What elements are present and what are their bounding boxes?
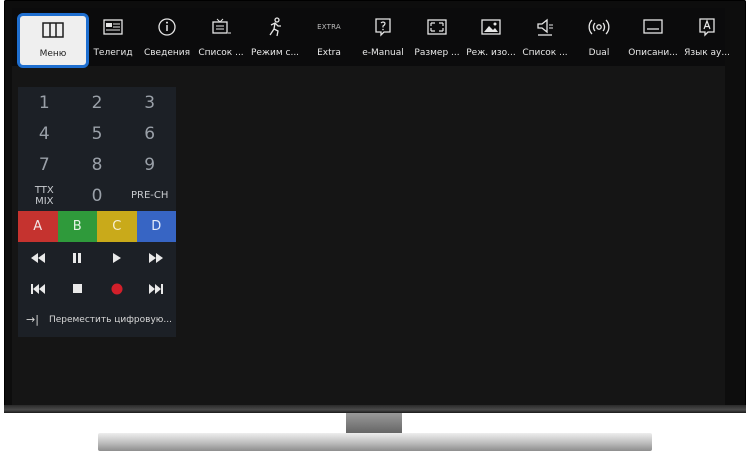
- previous-button[interactable]: [18, 273, 58, 304]
- menu-button-selected[interactable]: Меню: [17, 13, 89, 68]
- tb-channel-list[interactable]: Список ...: [194, 8, 248, 66]
- tb-guide-label: Телегид: [93, 48, 133, 58]
- move-keypad-button[interactable]: →| Переместить цифровую...: [18, 304, 176, 335]
- subtitle-icon: [643, 16, 663, 38]
- stop-icon: [72, 284, 82, 293]
- key-5[interactable]: 5: [71, 118, 124, 149]
- rewind-icon: [30, 252, 45, 263]
- key-ttx-mix[interactable]: TTX MIX: [18, 180, 71, 211]
- tb-sound-output[interactable]: Список ...: [518, 8, 572, 66]
- tb-subtitle[interactable]: Описани...: [626, 8, 680, 66]
- skip-back-icon: [30, 283, 45, 294]
- pause-button[interactable]: [58, 242, 98, 273]
- play-icon: [112, 252, 121, 263]
- fast-forward-button[interactable]: [137, 242, 177, 273]
- info-icon: [157, 16, 177, 38]
- tv-bezel-bottom: [4, 405, 746, 413]
- playback-row: [18, 273, 176, 304]
- key-pre-ch[interactable]: PRE-CH: [123, 180, 176, 211]
- channel-list-icon: [211, 16, 231, 38]
- extra-icon: EXTRA: [317, 16, 341, 38]
- tb-info[interactable]: Сведения: [140, 8, 194, 66]
- dual-icon: [588, 16, 610, 38]
- key-3[interactable]: 3: [123, 87, 176, 118]
- key-2[interactable]: 2: [71, 87, 124, 118]
- rewind-button[interactable]: [18, 242, 58, 273]
- playback-row: [18, 242, 176, 273]
- tb-picture-size-label: Размер ...: [414, 48, 460, 58]
- key-8[interactable]: 8: [71, 149, 124, 180]
- tb-channel-list-label: Список ...: [198, 48, 244, 58]
- sport-mode-icon: [265, 16, 285, 38]
- key-a-red[interactable]: A: [18, 211, 58, 242]
- color-keys-row: A B C D: [18, 211, 176, 242]
- tb-sport-mode[interactable]: Режим с...: [248, 8, 302, 66]
- tb-picture-mode[interactable]: Реж. изо...: [464, 8, 518, 66]
- picture-mode-icon: [481, 16, 501, 38]
- key-9[interactable]: 9: [123, 149, 176, 180]
- menu-icon: [42, 20, 64, 40]
- tb-sport-mode-label: Режим с...: [250, 48, 300, 58]
- pause-icon: [73, 252, 82, 263]
- key-1[interactable]: 1: [18, 87, 71, 118]
- tb-emanual-label: e-Manual: [362, 48, 404, 58]
- tb-dual-label: Dual: [588, 48, 610, 58]
- tb-picture-mode-label: Реж. изо...: [466, 48, 516, 58]
- stop-button[interactable]: [58, 273, 98, 304]
- tb-extra[interactable]: EXTRA Extra: [302, 8, 356, 66]
- tb-info-label: Сведения: [143, 48, 191, 58]
- help-icon: [373, 16, 393, 38]
- virtual-keypad: 1 2 3 4 5 6 7 8 9 TTX MIX 0 PRE-CH A B C…: [18, 87, 176, 337]
- key-4[interactable]: 4: [18, 118, 71, 149]
- key-b-green[interactable]: B: [57, 211, 97, 242]
- key-c-yellow[interactable]: C: [97, 211, 137, 242]
- tb-sound-output-label: Список ...: [522, 48, 568, 58]
- guide-icon: [103, 16, 123, 38]
- key-7[interactable]: 7: [18, 149, 71, 180]
- tb-audio-language[interactable]: Язык ау...: [680, 8, 734, 66]
- keypad-row: 7 8 9: [18, 149, 176, 180]
- tb-subtitle-label: Описани...: [628, 48, 678, 58]
- tb-audio-language-label: Язык ау...: [684, 48, 730, 58]
- extra-icon-text: EXTRA: [317, 23, 341, 31]
- key-d-blue[interactable]: D: [136, 211, 176, 242]
- tb-extra-label: Extra: [317, 48, 341, 58]
- picture-size-icon: [427, 16, 447, 38]
- play-button[interactable]: [97, 242, 137, 273]
- tb-dual[interactable]: Dual: [572, 8, 626, 66]
- keypad-row: 1 2 3: [18, 87, 176, 118]
- tv-stand-base: [98, 433, 652, 451]
- arrow-right-bar-icon: →|: [26, 313, 39, 326]
- fast-forward-icon: [149, 252, 164, 263]
- tb-guide[interactable]: Телегид: [86, 8, 140, 66]
- tb-emanual[interactable]: e-Manual: [356, 8, 410, 66]
- keypad-row: TTX MIX 0 PRE-CH: [18, 180, 176, 211]
- move-keypad-label: Переместить цифровую...: [48, 314, 172, 325]
- next-button[interactable]: [137, 273, 177, 304]
- tb-picture-size[interactable]: Размер ...: [410, 8, 464, 66]
- audio-language-icon: [697, 16, 717, 38]
- key-0[interactable]: 0: [71, 180, 124, 211]
- skip-forward-icon: [149, 283, 164, 294]
- record-button[interactable]: [97, 273, 137, 304]
- menu-button-label: Меню: [39, 49, 67, 59]
- sound-output-icon: [535, 16, 555, 38]
- key-6[interactable]: 6: [123, 118, 176, 149]
- keypad-row: 4 5 6: [18, 118, 176, 149]
- top-menu-bar: Телегид Сведения Список ... Режим с... E…: [12, 8, 730, 66]
- record-icon: [111, 283, 123, 294]
